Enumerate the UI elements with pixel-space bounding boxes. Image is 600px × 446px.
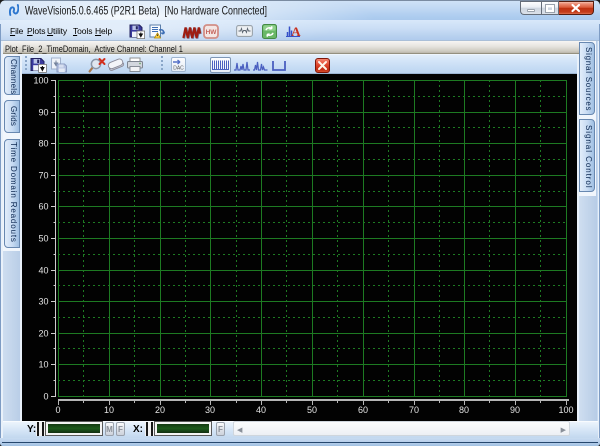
svg-text:40: 40 [256, 405, 266, 415]
svg-text:100: 100 [33, 76, 48, 86]
svg-text:10: 10 [104, 405, 114, 415]
svg-text:80: 80 [38, 139, 48, 149]
svg-text:20: 20 [38, 329, 48, 339]
svg-text:30: 30 [38, 297, 48, 307]
svg-text:40: 40 [38, 266, 48, 276]
svg-text:60: 60 [38, 202, 48, 212]
svg-text:70: 70 [38, 171, 48, 181]
svg-text:50: 50 [38, 234, 48, 244]
svg-text:60: 60 [358, 405, 368, 415]
svg-text:0: 0 [43, 392, 48, 402]
svg-text:20: 20 [155, 405, 165, 415]
svg-text:A: A [291, 24, 301, 39]
svg-text:100: 100 [558, 405, 573, 415]
svg-text:70: 70 [409, 405, 419, 415]
svg-text:90: 90 [510, 405, 520, 415]
svg-text:50: 50 [307, 405, 317, 415]
svg-text:DAC: DAC [173, 66, 184, 72]
svg-text:80: 80 [459, 405, 469, 415]
svg-text:0: 0 [55, 405, 60, 415]
svg-text:HW: HW [206, 29, 218, 36]
svg-text:30: 30 [205, 405, 215, 415]
svg-text:90: 90 [38, 108, 48, 118]
svg-text:WaveVision5.0.6.465 (P2R1 Beta: WaveVision5.0.6.465 (P2R1 Beta) [No Hard… [25, 4, 267, 18]
svg-text:10: 10 [38, 360, 48, 370]
